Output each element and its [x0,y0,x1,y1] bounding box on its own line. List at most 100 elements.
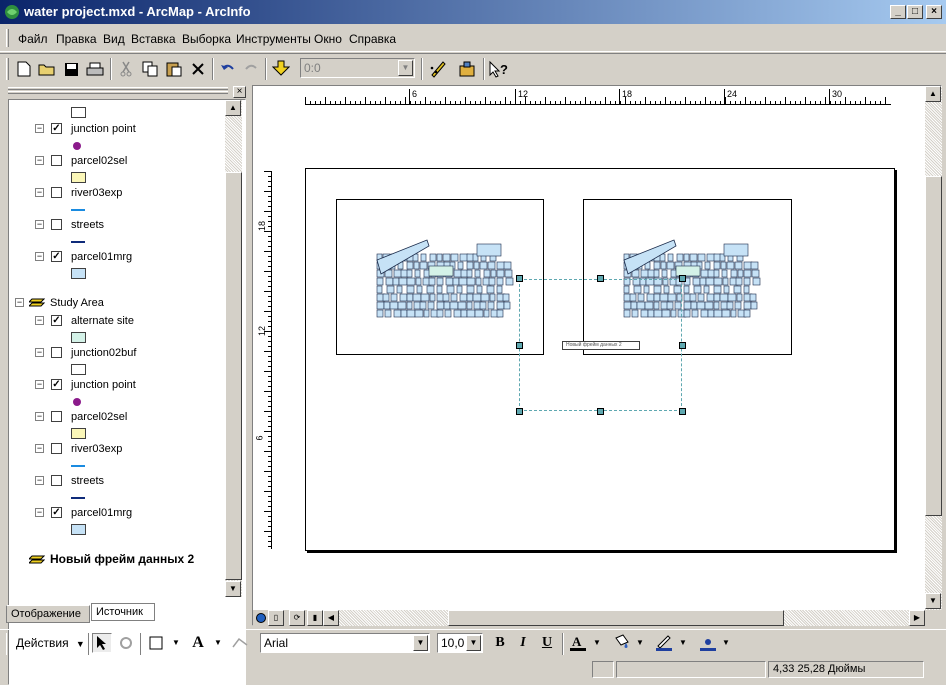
menu-window[interactable]: Окно [314,32,342,46]
menu-help[interactable]: Справка [349,32,396,46]
layer-name[interactable]: junction point [71,123,136,135]
collapse-icon[interactable]: − [35,380,44,389]
marker-color-icon[interactable] [698,633,718,653]
resize-handle-sw[interactable] [516,408,523,415]
close-button[interactable]: × [926,5,942,19]
fill-symbol-icon[interactable] [71,172,87,184]
actions-menu[interactable]: Действия ▼ [16,636,85,650]
layer-name[interactable]: streets [71,475,104,487]
arctoolbox-icon[interactable] [457,59,477,79]
chevron-down-icon[interactable]: ▼ [722,638,730,647]
save-icon[interactable] [61,59,81,79]
collapse-icon[interactable]: − [35,444,44,453]
line-symbol-icon[interactable] [71,460,87,472]
collapse-icon[interactable]: − [35,188,44,197]
menu-tools[interactable]: Инструменты [236,32,311,46]
menu-edit[interactable]: Правка [56,32,97,46]
collapse-icon[interactable]: − [35,476,44,485]
delete-icon[interactable] [188,59,208,79]
text-tool-icon[interactable]: A [188,633,208,653]
layer-name[interactable]: streets [71,219,104,231]
layer-visibility-checkbox[interactable] [51,443,62,454]
menu-view[interactable]: Вид [103,32,125,46]
bold-button[interactable]: B [490,633,510,653]
layout-vscroll-thumb[interactable] [925,176,942,516]
scroll-left-icon[interactable]: ◀ [323,610,339,626]
toc-grip[interactable] [8,87,228,90]
toc-close-icon[interactable]: × [233,86,246,98]
line-symbol-icon[interactable] [71,204,87,216]
collapse-icon[interactable]: − [35,508,44,517]
line-symbol-icon[interactable] [71,492,87,504]
resize-handle-nw[interactable] [516,275,523,282]
toc-scroll-thumb[interactable] [225,172,242,580]
resize-handle-ne[interactable] [679,275,686,282]
editor-toolbar-icon[interactable] [428,59,448,79]
resize-handle-e[interactable] [679,342,686,349]
layout-scroll-down-icon[interactable]: ▼ [925,593,941,609]
collapse-icon[interactable]: − [35,348,44,357]
fill-symbol-icon[interactable] [71,268,87,280]
tab-source[interactable]: Источник [91,603,155,621]
layer-visibility-checkbox[interactable] [51,411,62,422]
layer-visibility-checkbox[interactable]: ✓ [51,251,62,262]
tab-display[interactable]: Отображение [6,605,90,623]
layer-visibility-checkbox[interactable]: ✓ [51,315,62,326]
collapse-icon[interactable]: − [35,220,44,229]
chevron-down-icon[interactable]: ▼ [636,638,644,647]
collapse-icon[interactable]: − [35,156,44,165]
layer-name[interactable]: river03exp [71,443,122,455]
group-layer-name[interactable]: Study Area [50,297,104,309]
menubar-grip[interactable] [6,29,9,47]
layer-name[interactable]: alternate site [71,315,134,327]
maximize-button[interactable]: □ [907,5,923,19]
new-document-icon[interactable] [14,59,34,79]
layer-name[interactable]: parcel02sel [71,411,127,423]
active-data-frame-name[interactable]: Новый фрейм данных 2 [50,552,194,566]
draw-toolbar-grip[interactable] [6,633,9,655]
layer-visibility-checkbox[interactable]: ✓ [51,507,62,518]
layer-visibility-checkbox[interactable]: ✓ [51,123,62,134]
layer-name[interactable]: parcel02sel [71,155,127,167]
print-icon[interactable] [85,59,105,79]
collapse-icon[interactable]: − [15,298,24,307]
layer-name[interactable]: river03exp [71,187,122,199]
copy-icon[interactable] [140,59,160,79]
chevron-down-icon[interactable]: ▼ [413,635,428,651]
rectangle-tool-icon[interactable] [146,633,166,653]
collapse-icon[interactable]: − [35,124,44,133]
select-elements-arrow-icon[interactable] [92,633,112,653]
fill-color-icon[interactable] [611,633,631,653]
chevron-down-icon[interactable]: ▼ [593,638,601,647]
layer-visibility-checkbox[interactable] [51,475,62,486]
collapse-icon[interactable]: − [35,412,44,421]
menu-file[interactable]: Файл [18,32,48,46]
layout-scroll-up-icon[interactable]: ▲ [925,86,941,102]
cut-icon[interactable] [116,59,136,79]
layout-view[interactable]: 6 12 18 24 30 18 12 6 Новый фрейм данных 2 ▲ ▼… [252,85,942,626]
chevron-down-icon[interactable]: ▼ [679,638,687,647]
layer-visibility-checkbox[interactable] [51,219,62,230]
collapse-icon[interactable]: − [35,252,44,261]
layer-visibility-checkbox[interactable] [51,347,62,358]
chevron-down-icon[interactable]: ▼ [214,638,222,647]
fill-symbol-icon[interactable] [71,524,87,536]
fill-symbol-icon[interactable] [71,332,87,344]
layer-name[interactable]: parcel01mrg [71,507,132,519]
refresh-icon[interactable]: ⟳ [289,610,305,626]
pause-drawing-icon[interactable]: ▮ [307,610,323,626]
add-data-icon[interactable] [271,59,291,79]
font-size-dropdown[interactable]: 10,0 ▼ [437,633,483,653]
font-color-icon[interactable]: A [568,633,588,653]
layer-name[interactable]: junction02buf [71,347,136,359]
chevron-down-icon[interactable]: ▼ [172,638,180,647]
italic-button[interactable]: I [513,633,533,653]
layer-visibility-checkbox[interactable] [51,155,62,166]
layer-name[interactable]: junction point [71,379,136,391]
layout-hscroll-thumb[interactable] [448,610,784,626]
font-name-dropdown[interactable]: Arial ▼ [260,633,430,653]
resize-handle-s[interactable] [597,408,604,415]
resize-handle-n[interactable] [597,275,604,282]
layer-name[interactable]: parcel01mrg [71,251,132,263]
layer-visibility-checkbox[interactable] [51,187,62,198]
